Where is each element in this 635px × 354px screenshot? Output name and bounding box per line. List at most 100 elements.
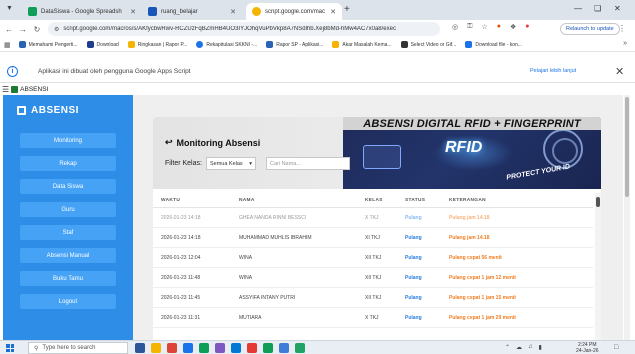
bookmark-item[interactable]: Rapor SP - Aplikasi... — [266, 41, 323, 48]
network-icon[interactable]: ☁ — [516, 344, 522, 351]
puzzle-extensions-icon[interactable]: ❖ — [510, 23, 516, 31]
bookmarks-overflow-icon[interactable]: » — [623, 40, 627, 47]
window-close-icon[interactable]: ✕ — [614, 4, 621, 13]
relaunch-button[interactable]: Relaunch to update — [560, 23, 620, 35]
browser-menu-icon[interactable]: ⋮ — [618, 24, 626, 33]
windows-start-icon[interactable] — [6, 344, 14, 352]
tab-title: script.google.com/macros/s/A — [265, 8, 325, 15]
taskbar-app-icon[interactable] — [295, 343, 305, 353]
banner-close-icon[interactable]: ✕ — [615, 65, 624, 78]
cell-status: Pulang — [405, 254, 422, 261]
cell-status: Pulang — [405, 294, 422, 301]
site-info-icon[interactable]: ⚙ — [54, 26, 59, 33]
table-row[interactable]: 2026-01-23 12:04 WINA XII TKJ Pulang Pul… — [153, 248, 593, 268]
bookmark-star-icon[interactable]: ☆ — [481, 23, 487, 31]
minimize-icon[interactable]: — — [574, 4, 582, 13]
tab-title: DataSiswa - Google Spreadsh — [41, 8, 122, 15]
filter-row: Filter Kelas: Semua Kelas ▾ Cari Nama... — [165, 157, 350, 170]
table-row[interactable]: 2026-01-23 11:31 MUTIARA X TKJ Pulang Pu… — [153, 308, 593, 328]
google-lens-icon[interactable]: ◎ — [452, 23, 458, 31]
back-icon[interactable]: ← — [2, 25, 16, 34]
tab-ruang-belajar[interactable]: ruang_belajar ✕ — [142, 3, 242, 20]
hamburger-icon[interactable]: ☰ — [2, 85, 9, 94]
taskbar-search[interactable]: ⚲ Type here to search — [28, 342, 128, 354]
sidebar-item-absensi-manual[interactable]: Absensi Manual — [20, 248, 116, 263]
sidebar-item-rekap[interactable]: Rekap — [20, 156, 116, 171]
taskbar-app-icon[interactable] — [263, 343, 273, 353]
taskbar-search-placeholder: Type here to search — [42, 345, 96, 351]
hero-protect-text: PROTECT YOUR ID — [505, 163, 571, 182]
bookmark-item[interactable]: Download file - kon... — [465, 41, 522, 48]
bookmark-item[interactable]: Memahami Pengerti... — [18, 41, 78, 48]
bookmark-item[interactable]: Ringkasan | Rapor P... — [127, 41, 187, 48]
sidebar-item-logout[interactable]: Logout — [20, 294, 116, 309]
cell-status: Pulang — [405, 214, 422, 221]
close-icon[interactable]: ✕ — [230, 8, 236, 16]
forward-icon[interactable]: → — [16, 25, 30, 34]
sidebar-item-staf[interactable]: Staf — [20, 225, 116, 240]
sidebar-item-monitoring[interactable]: Monitoring — [20, 133, 116, 148]
sidebar-item-buku-tamu[interactable]: Buku Tamu — [20, 271, 116, 286]
sidebar-item-guru[interactable]: Guru — [20, 202, 116, 217]
taskbar-app-icon[interactable] — [215, 343, 225, 353]
cell-keterangan: Pulang jam 14.18 — [449, 214, 490, 221]
taskbar-app-icon[interactable] — [151, 343, 161, 353]
page-scrollbar[interactable] — [624, 95, 630, 340]
maximize-icon[interactable]: ❏ — [594, 4, 601, 13]
search-name-input[interactable]: Cari Nama... — [265, 157, 350, 170]
bookmark-item[interactable]: Select Video or Gif... — [400, 41, 456, 48]
apps-script-icon — [252, 7, 261, 16]
taskbar-app-icon[interactable] — [135, 343, 145, 353]
page-scroll-thumb[interactable] — [625, 97, 629, 197]
address-url[interactable]: script.google.com/macros/s/AKfycbwRwv-RC… — [63, 26, 396, 32]
taskbar-app-icon[interactable] — [247, 343, 257, 353]
tab-datasiswa[interactable]: DataSiswa - Google Spreadsh ✕ — [22, 3, 142, 20]
address-bar[interactable]: ⚙ script.google.com/macros/s/AKfycbwRwv-… — [48, 22, 440, 36]
taskbar-clock[interactable]: 2:24 PM 24-Jan-26 — [576, 342, 599, 354]
table-scrollbar[interactable] — [595, 193, 601, 340]
cell-nama: WINA — [239, 274, 253, 281]
table-row[interactable]: 2026-01-23 14:18 MUHAMMAD MUHLIS IBRAHIM… — [153, 228, 593, 248]
taskbar-app-icon[interactable] — [183, 343, 193, 353]
volume-icon[interactable]: ♫ — [528, 344, 533, 351]
table-scroll-thumb[interactable] — [596, 197, 600, 207]
profile-avatar[interactable]: ● — [525, 23, 529, 31]
tab-search-icon[interactable]: ▼ — [6, 5, 13, 12]
class-filter-select[interactable]: Semua Kelas ▾ — [205, 157, 256, 170]
tray-chevron-icon[interactable]: ⌃ — [505, 344, 510, 351]
bookmark-item[interactable]: Download — [86, 41, 119, 48]
cell-waktu: 2026-01-23 11:48 — [161, 274, 201, 281]
extension-icon[interactable]: ● — [497, 23, 501, 31]
taskbar-app-icon[interactable] — [167, 343, 177, 353]
table-row[interactable]: 2026-01-23 11:45 ASSYIFA INTANY PUTRI XI… — [153, 288, 593, 308]
cell-status: Pulang — [405, 274, 422, 281]
sidebar-logo: ABSENSI — [17, 105, 79, 116]
notification-icon[interactable]: □ — [614, 344, 618, 351]
taskbar-app-icon[interactable] — [279, 343, 289, 353]
apps-grid-icon[interactable]: ▦ — [4, 41, 11, 49]
bookmark-item[interactable]: Rekapitulasi SKKNI -... — [196, 41, 257, 48]
tab-script-google[interactable]: script.google.com/macros/s/A ✕ — [246, 3, 342, 20]
taskbar-app-icon[interactable] — [231, 343, 241, 353]
close-icon[interactable]: ✕ — [130, 8, 136, 16]
battery-icon[interactable]: ▮ — [539, 344, 542, 351]
password-key-icon[interactable]: ⚿ — [467, 23, 472, 31]
filter-label: Filter Kelas: — [165, 160, 202, 167]
bookmark-item[interactable]: Akar Masalah Kema... — [332, 41, 392, 48]
tab-title: ruang_belajar — [161, 8, 198, 15]
sidebar-item-data-siswa[interactable]: Data Siswa — [20, 179, 116, 194]
table-row[interactable]: 2026-01-23 14:18 GHEA NANDA RINNI BESSCI… — [153, 208, 593, 228]
new-tab-button[interactable]: + — [344, 4, 350, 15]
table-row[interactable]: 2026-01-23 11:48 WINA XII TKJ Pulang Pul… — [153, 268, 593, 288]
cell-keterangan: Pulang cepat 1 jam 12 menit — [449, 274, 516, 281]
cell-nama: WINA — [239, 254, 253, 261]
cell-kelas: XI TKJ — [365, 234, 380, 241]
bookmark-favicon — [400, 41, 408, 48]
taskbar-app-icon[interactable] — [199, 343, 209, 353]
cell-waktu: 2026-01-23 14:18 — [161, 214, 201, 221]
close-icon[interactable]: ✕ — [330, 8, 336, 16]
cell-nama: GHEA NANDA RINNI BESSCI — [239, 214, 307, 221]
learn-more-link[interactable]: Pelajari lebih lanjut — [530, 68, 576, 74]
bookmark-favicon — [465, 41, 473, 48]
reload-icon[interactable]: ↻ — [30, 25, 44, 34]
